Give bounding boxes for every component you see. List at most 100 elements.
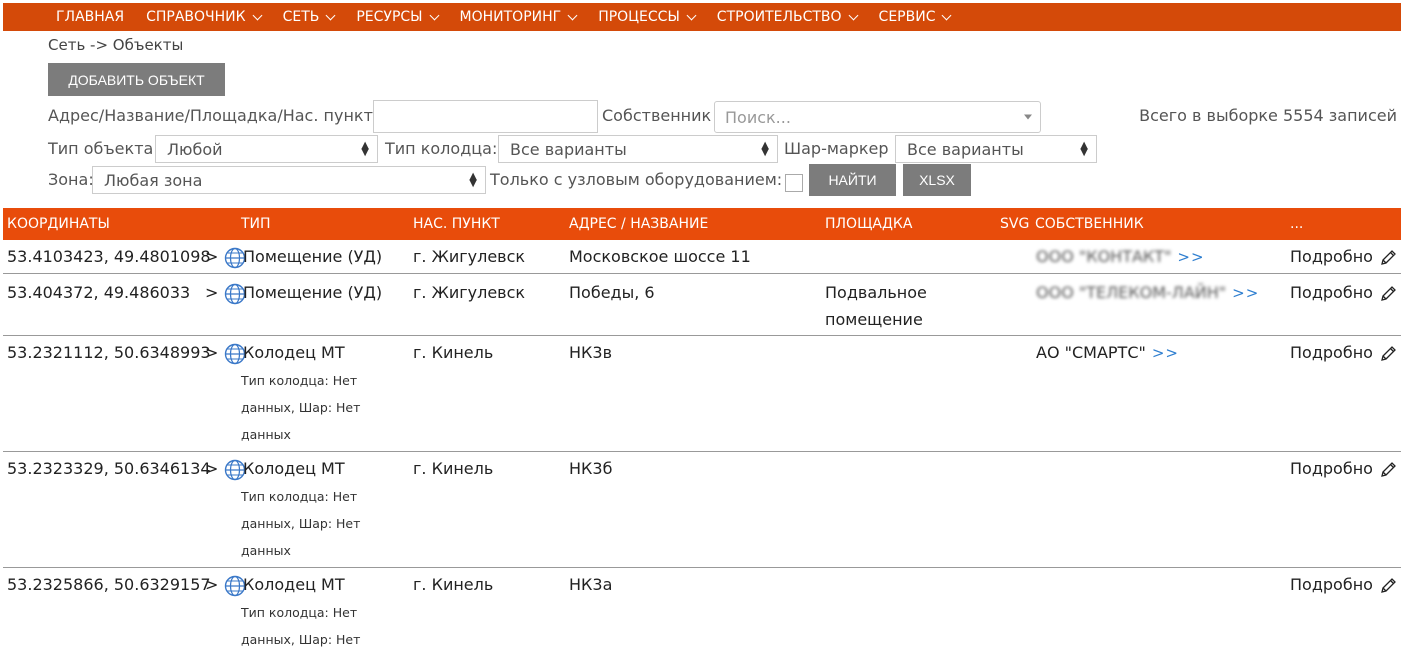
row-owner-name: АО "СМАРТС": [1036, 343, 1146, 362]
row-address: НК3в: [569, 343, 612, 362]
owner-link[interactable]: >>: [1232, 284, 1259, 302]
details-link[interactable]: Подробно: [1290, 575, 1373, 594]
nav-processes[interactable]: ПРОЦЕССЫ: [598, 9, 697, 25]
row-city: г. Кинель: [413, 343, 494, 362]
node-equipment-checkbox[interactable]: [785, 174, 803, 192]
row-details[interactable]: Подробно: [1290, 458, 1397, 480]
row-details[interactable]: Подробно: [1290, 246, 1397, 268]
nav-construction-label: СТРОИТЕЛЬСТВО: [716, 9, 842, 25]
select-arrows-icon: ▲ ▼: [761, 140, 769, 158]
row-details[interactable]: Подробно: [1290, 282, 1397, 304]
row-coordinates: 53.2325866, 50.6329157: [7, 575, 211, 594]
row-type-detail: Тип колодца: Нет данных, Шар: Нет данных: [241, 605, 361, 662]
row-owner-name: ООО "ТЕЛЕКОМ-ЛАЙН": [1036, 283, 1227, 302]
breadcrumb: Сеть -> Объекты: [48, 36, 184, 54]
owner-filter-label: Собственник: [602, 106, 712, 125]
row-type: Колодец МТ: [243, 575, 345, 594]
nav-home-label: ГЛАВНАЯ: [56, 9, 125, 25]
zone-value: Любая зона: [104, 170, 203, 190]
row-arrow: >: [205, 575, 219, 594]
row-map-link[interactable]: >: [205, 342, 246, 365]
zone-select[interactable]: Любая зона ▲ ▼: [92, 166, 486, 194]
row-map-link[interactable]: >: [205, 574, 246, 597]
table-row: 53.2321112, 50.6348993 > Колодец МТ Тип …: [3, 336, 1401, 452]
details-link[interactable]: Подробно: [1290, 343, 1373, 362]
row-type-detail: Тип колодца: Нет данных, Шар: Нет данных: [241, 373, 361, 442]
table-row: 53.404372, 49.486033 > Помещение (УД) г.…: [3, 274, 1401, 336]
details-link[interactable]: Подробно: [1290, 283, 1373, 302]
address-filter-label: Адрес/Название/Площадка/Нас. пункт: [48, 106, 373, 125]
pencil-icon[interactable]: [1379, 461, 1397, 479]
details-link[interactable]: Подробно: [1290, 247, 1373, 266]
find-button[interactable]: НАЙТИ: [809, 164, 896, 196]
nav-construction[interactable]: СТРОИТЕЛЬСТВО: [716, 9, 858, 25]
pencil-icon[interactable]: [1379, 345, 1397, 363]
chevron-down-icon: [942, 10, 952, 20]
col-coordinates[interactable]: КООРДИНАТЫ: [7, 208, 110, 240]
row-site: Подвальное помещение: [825, 283, 927, 329]
well-type-value: Все варианты: [510, 139, 627, 159]
marker-value: Все варианты: [907, 139, 1024, 159]
row-coordinates: 53.4103423, 49.4801098: [7, 247, 211, 266]
nav-monitoring-label: МОНИТОРИНГ: [459, 9, 562, 25]
node-equipment-label: Только с узловым оборудованием:: [490, 170, 783, 189]
pencil-icon[interactable]: [1379, 249, 1397, 267]
col-more: ...: [1290, 216, 1304, 232]
nav-resources-label: РЕСУРСЫ: [356, 9, 423, 25]
row-type: Колодец МТ: [243, 343, 345, 362]
pencil-icon[interactable]: [1379, 577, 1397, 595]
well-type-label: Тип колодца:: [385, 139, 498, 158]
nav-monitoring[interactable]: МОНИТОРИНГ: [459, 9, 578, 25]
row-type-detail: Тип колодца: Нет данных, Шар: Нет данных: [241, 489, 361, 558]
owner-link[interactable]: >>: [1177, 248, 1204, 266]
row-owner-name: ООО "КОНТАКТ": [1036, 247, 1172, 266]
nav-service-label: СЕРВИС: [878, 9, 936, 25]
row-owner: ООО "ТЕЛЕКОМ-ЛАЙН" >>: [1036, 282, 1259, 304]
table-header: КООРДИНАТЫ ТИП НАС. ПУНКТ АДРЕС / НАЗВАН…: [3, 208, 1401, 240]
row-details[interactable]: Подробно: [1290, 342, 1397, 364]
object-type-value: Любой: [167, 139, 223, 159]
row-details[interactable]: Подробно: [1290, 574, 1397, 596]
col-svg[interactable]: SVG: [1000, 208, 1029, 240]
owner-search-placeholder: Поиск...: [725, 107, 791, 127]
row-map-link[interactable]: >: [205, 458, 246, 481]
row-address: Победы, 6: [569, 283, 655, 302]
row-coordinates: 53.2321112, 50.6348993: [7, 343, 211, 362]
nav-processes-label: ПРОЦЕССЫ: [598, 9, 680, 25]
row-map-link[interactable]: >: [205, 282, 246, 305]
select-arrows-icon: ▲ ▼: [361, 140, 369, 158]
col-city[interactable]: НАС. ПУНКТ: [413, 208, 500, 240]
chevron-down-icon: [252, 10, 263, 20]
select-arrows-icon: ▲ ▼: [1080, 140, 1088, 158]
well-type-select[interactable]: Все варианты ▲ ▼: [498, 135, 778, 163]
nav-service[interactable]: СЕРВИС: [878, 9, 952, 25]
nav-reference[interactable]: СПРАВОЧНИК: [146, 9, 263, 25]
nav-home[interactable]: ГЛАВНАЯ: [56, 9, 124, 25]
details-link[interactable]: Подробно: [1290, 459, 1373, 478]
object-type-select[interactable]: Любой ▲ ▼: [155, 135, 378, 163]
owner-search-combobox[interactable]: Поиск...: [714, 101, 1041, 133]
xlsx-export-button[interactable]: XLSX: [903, 164, 971, 196]
col-owner[interactable]: СОБСТВЕННИК: [1035, 208, 1144, 240]
row-arrow: >: [205, 459, 219, 478]
col-site[interactable]: ПЛОЩАДКА: [825, 208, 912, 240]
col-address[interactable]: АДРЕС / НАЗВАНИЕ: [569, 208, 708, 240]
chevron-down-icon: [848, 10, 858, 20]
owner-link[interactable]: >>: [1152, 344, 1179, 362]
row-type: Помещение (УД): [243, 283, 383, 302]
pencil-icon[interactable]: [1379, 285, 1397, 303]
total-records-count: Всего в выборке 5554 записей: [1139, 106, 1397, 125]
row-arrow: >: [205, 343, 219, 362]
nav-network[interactable]: СЕТЬ: [283, 9, 336, 25]
main-navbar: ГЛАВНАЯ СПРАВОЧНИК СЕТЬ РЕСУРСЫ МОНИТОРИ…: [3, 3, 1401, 31]
col-type[interactable]: ТИП: [241, 208, 271, 240]
nav-resources[interactable]: РЕСУРСЫ: [356, 9, 439, 25]
add-object-button[interactable]: ДОБАВИТЬ ОБЪЕКТ: [48, 63, 225, 96]
row-map-link[interactable]: >: [205, 246, 246, 269]
table-row: 53.4103423, 49.4801098 > Помещение (УД) …: [3, 240, 1401, 274]
marker-select[interactable]: Все варианты ▲ ▼: [895, 135, 1097, 163]
row-arrow: >: [205, 283, 219, 302]
object-type-label: Тип объекта: [48, 139, 154, 158]
table-row: 53.2325866, 50.6329157 > Колодец МТ Тип …: [3, 568, 1401, 662]
address-search-input[interactable]: [373, 100, 598, 133]
